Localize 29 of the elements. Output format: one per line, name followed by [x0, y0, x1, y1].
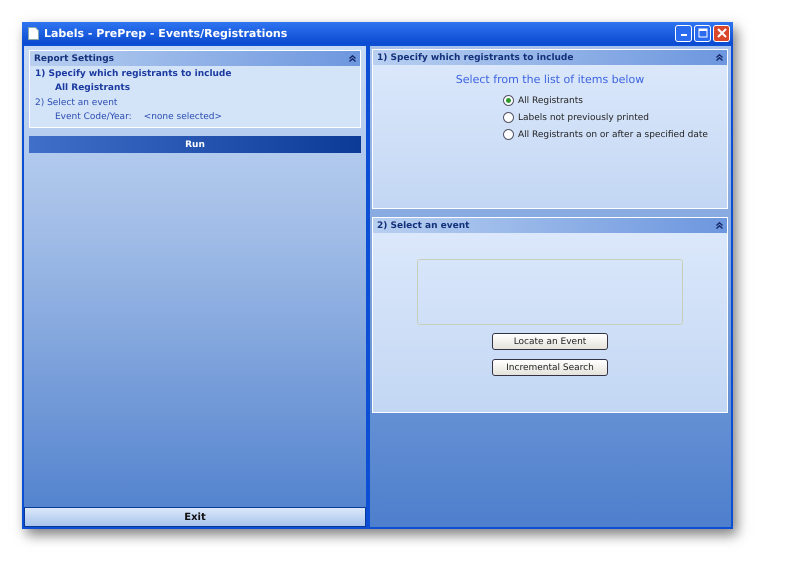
close-button[interactable] [713, 24, 730, 42]
close-icon [716, 28, 726, 38]
window-title: Labels - PrePrep - Events/Registrations [44, 26, 288, 40]
minimize-button[interactable] [675, 24, 692, 42]
run-button[interactable]: Run [29, 136, 361, 153]
step-value: <none selected> [144, 112, 222, 122]
panel-title: Report Settings [34, 54, 114, 64]
action-button[interactable]: Locate an Event [492, 333, 608, 350]
collapse-icon[interactable] [716, 222, 723, 229]
collapse-icon[interactable] [716, 54, 723, 61]
step-label: 2) Select an event [34, 97, 118, 109]
step-label: 1) Specify which registrants to include [34, 68, 232, 80]
prompt-text: Select from the list of items below [456, 73, 644, 86]
field-label: Event Code/Year: [55, 112, 132, 122]
maximize-button[interactable] [694, 24, 711, 42]
exit-button[interactable]: Exit [24, 507, 366, 527]
panel-title: 2) Select an event [377, 220, 470, 230]
collapse-icon[interactable] [349, 55, 356, 62]
step-value: All Registrants [55, 83, 130, 93]
document-icon [28, 26, 39, 40]
panel-title: 1) Specify which registrants to include [377, 52, 574, 62]
radio-option[interactable]: All Registrants [503, 95, 708, 106]
radio-option[interactable]: All Registrants on or after a specified date [503, 129, 708, 140]
radio-button[interactable] [503, 112, 514, 123]
radio-button[interactable] [503, 129, 514, 140]
radio-button[interactable] [503, 95, 514, 106]
action-button[interactable]: Incremental Search [492, 359, 608, 376]
radio-option[interactable]: Labels not previously printed [503, 112, 708, 123]
maximize-icon [698, 28, 708, 38]
